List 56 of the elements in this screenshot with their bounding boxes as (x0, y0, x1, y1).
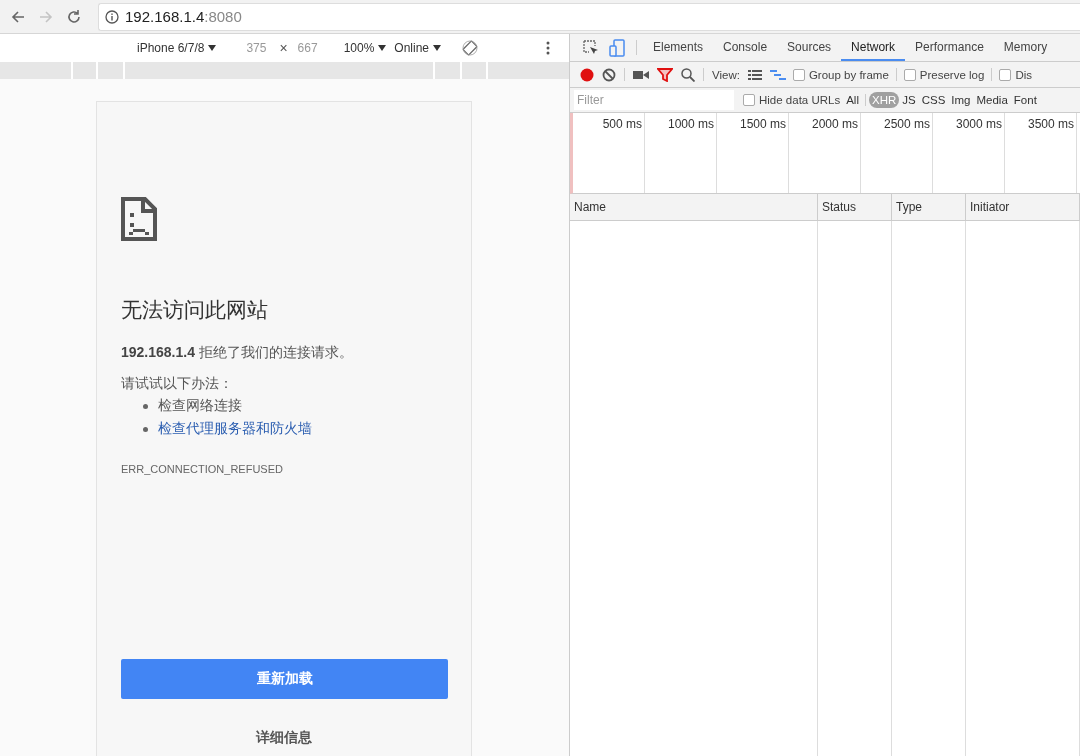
devtools-tab[interactable]: Elements (643, 34, 714, 61)
column-header[interactable]: Name (570, 194, 818, 221)
address-field[interactable]: 192.168.1.4:8080 (98, 2, 1080, 31)
suggestions-heading: 请试试以下办法： (121, 375, 234, 393)
bullet-icon (143, 426, 148, 432)
column-header[interactable]: Type (892, 194, 966, 221)
suggestion-text: 检查网络连接 (158, 397, 242, 415)
type-filter-button[interactable]: Img (948, 92, 974, 108)
checkbox[interactable] (999, 68, 1012, 81)
throttling-dropdown[interactable]: Online (394, 41, 442, 55)
time-tick: 3500 ms (1027, 117, 1074, 131)
type-filter-button[interactable]: Media (973, 92, 1011, 108)
type-filter-button[interactable]: Font (1010, 92, 1040, 108)
zoom-dropdown[interactable]: 100% (343, 41, 387, 55)
type-filter-button[interactable]: JS (899, 92, 919, 108)
checkbox-label: Preserve log (919, 68, 985, 81)
checkbox-label: Hide data URLs (759, 94, 841, 106)
sad-page-icon (121, 197, 157, 241)
reload-page-button[interactable]: 重新加载 (121, 659, 448, 699)
time-tick: 2000 ms (811, 117, 858, 131)
checkbox-label: Group by frame (808, 68, 889, 81)
type-filter-button[interactable]: CSS (918, 92, 949, 108)
info-icon (105, 9, 119, 24)
filter-field[interactable]: Filter (574, 90, 734, 110)
device-dropdown[interactable]: iPhone 6/7/8 (137, 41, 217, 55)
url-port: :8080 (204, 8, 242, 25)
error-title: 无法访问此网站 (121, 297, 269, 323)
devtools-tab[interactable]: Performance (905, 34, 994, 61)
type-filter-button[interactable]: All (843, 92, 862, 108)
suggestion-link[interactable]: 检查代理服务器和防火墙 (158, 420, 312, 438)
checkbox[interactable] (743, 94, 755, 106)
time-tick: 2500 ms (883, 117, 930, 131)
details-button[interactable]: 详细信息 (256, 729, 312, 747)
error-code: ERR_CONNECTION_REFUSED (121, 463, 284, 475)
devtools-tab[interactable]: Memory (993, 34, 1058, 61)
url-host: 192.168.1.4 (125, 8, 205, 25)
column-header[interactable]: Initiator (966, 194, 1080, 221)
times-sign: × (279, 40, 288, 56)
devtools-tab[interactable]: Sources (777, 34, 842, 61)
time-tick: 3000 ms (955, 117, 1002, 131)
caret-icon (208, 45, 217, 51)
column-header[interactable]: Status (818, 194, 892, 221)
time-tick: 500 ms (602, 117, 642, 131)
time-tick: 1000 ms (667, 117, 714, 131)
view-label: View: (711, 68, 741, 81)
time-tick: 1500 ms (739, 117, 786, 131)
checkbox-label: Dis (1015, 68, 1032, 81)
error-message: 192.168.1.4 拒绝了我们的连接请求。 (121, 344, 354, 362)
caret-icon (378, 45, 387, 51)
devtools-tab[interactable]: Console (713, 34, 778, 61)
caret-icon (433, 45, 442, 51)
bullet-icon (143, 403, 148, 409)
checkbox[interactable] (903, 68, 916, 81)
reload-icon[interactable] (66, 8, 82, 25)
back-arrow-icon[interactable] (10, 8, 26, 25)
checkbox[interactable] (792, 68, 805, 81)
